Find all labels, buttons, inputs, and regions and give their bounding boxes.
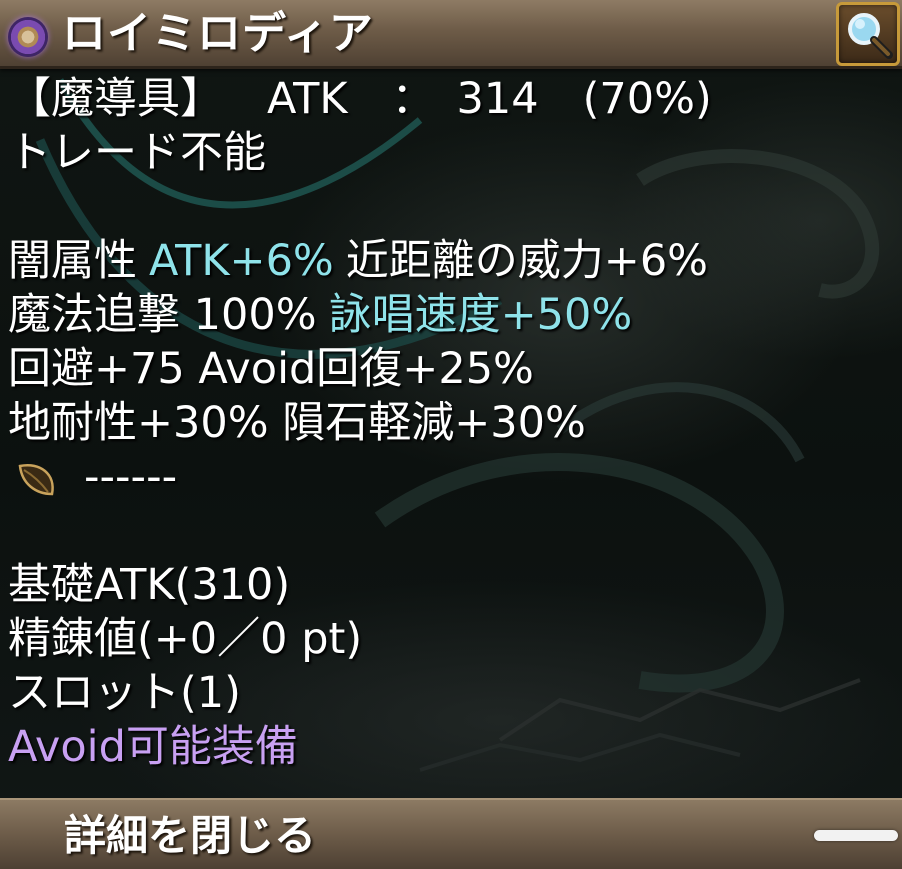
- atk-colon: ：: [391, 74, 435, 124]
- search-button[interactable]: [836, 2, 900, 66]
- stat-line: 魔法追撃 100% 詠唱速度+50%: [8, 288, 898, 342]
- stat-text: 魔法追撃 100%: [8, 290, 317, 340]
- stat-text-highlight: 詠唱速度+50%: [328, 290, 633, 340]
- base-atk: 基礎ATK(310): [8, 560, 291, 610]
- leaf-seed-icon: [18, 463, 54, 495]
- avoid-equip-note: Avoid可能装備: [8, 722, 298, 772]
- slot-dashes: ------: [84, 452, 178, 502]
- item-detail-text: 【魔導具】 ATK ： 314 (70%) トレード不能 闇属性 ATK+6% 近距離の威力…: [8, 72, 898, 774]
- item-name-title: ロイミロディア: [62, 8, 374, 59]
- atk-value: 314: [456, 74, 539, 124]
- slot-count: スロット(1): [8, 668, 241, 718]
- close-details-label: 詳細を閉じる: [64, 811, 317, 860]
- stat-text-highlight: ATK+6%: [149, 236, 334, 286]
- magnifier-icon: [848, 13, 893, 59]
- close-details-button[interactable]: 詳細を閉じる: [0, 798, 902, 869]
- drag-handle-icon[interactable]: [814, 830, 898, 841]
- purple-gem-ring-icon: [8, 17, 48, 57]
- category-atk-line: 【魔導具】 ATK ： 314 (70%): [8, 72, 898, 126]
- stat-line: 回避+75 Avoid回復+25%: [8, 344, 534, 394]
- category-label: 【魔導具】: [8, 74, 223, 124]
- title-bar: ロイミロディア: [0, 0, 902, 69]
- atk-percent: (70%): [582, 74, 712, 124]
- atk-label: ATK: [267, 74, 348, 124]
- stat-text: 闇属性: [8, 236, 137, 286]
- stat-text: 近距離の威力+6%: [345, 236, 709, 286]
- stat-line: 地耐性+30% 隕石軽減+30%: [8, 398, 586, 448]
- stat-line: 闇属性 ATK+6% 近距離の威力+6%: [8, 234, 898, 288]
- trade-status: トレード不能: [8, 128, 266, 178]
- slot-line: ------: [8, 450, 898, 504]
- refine-value: 精錬値(+0／0 pt): [8, 614, 363, 664]
